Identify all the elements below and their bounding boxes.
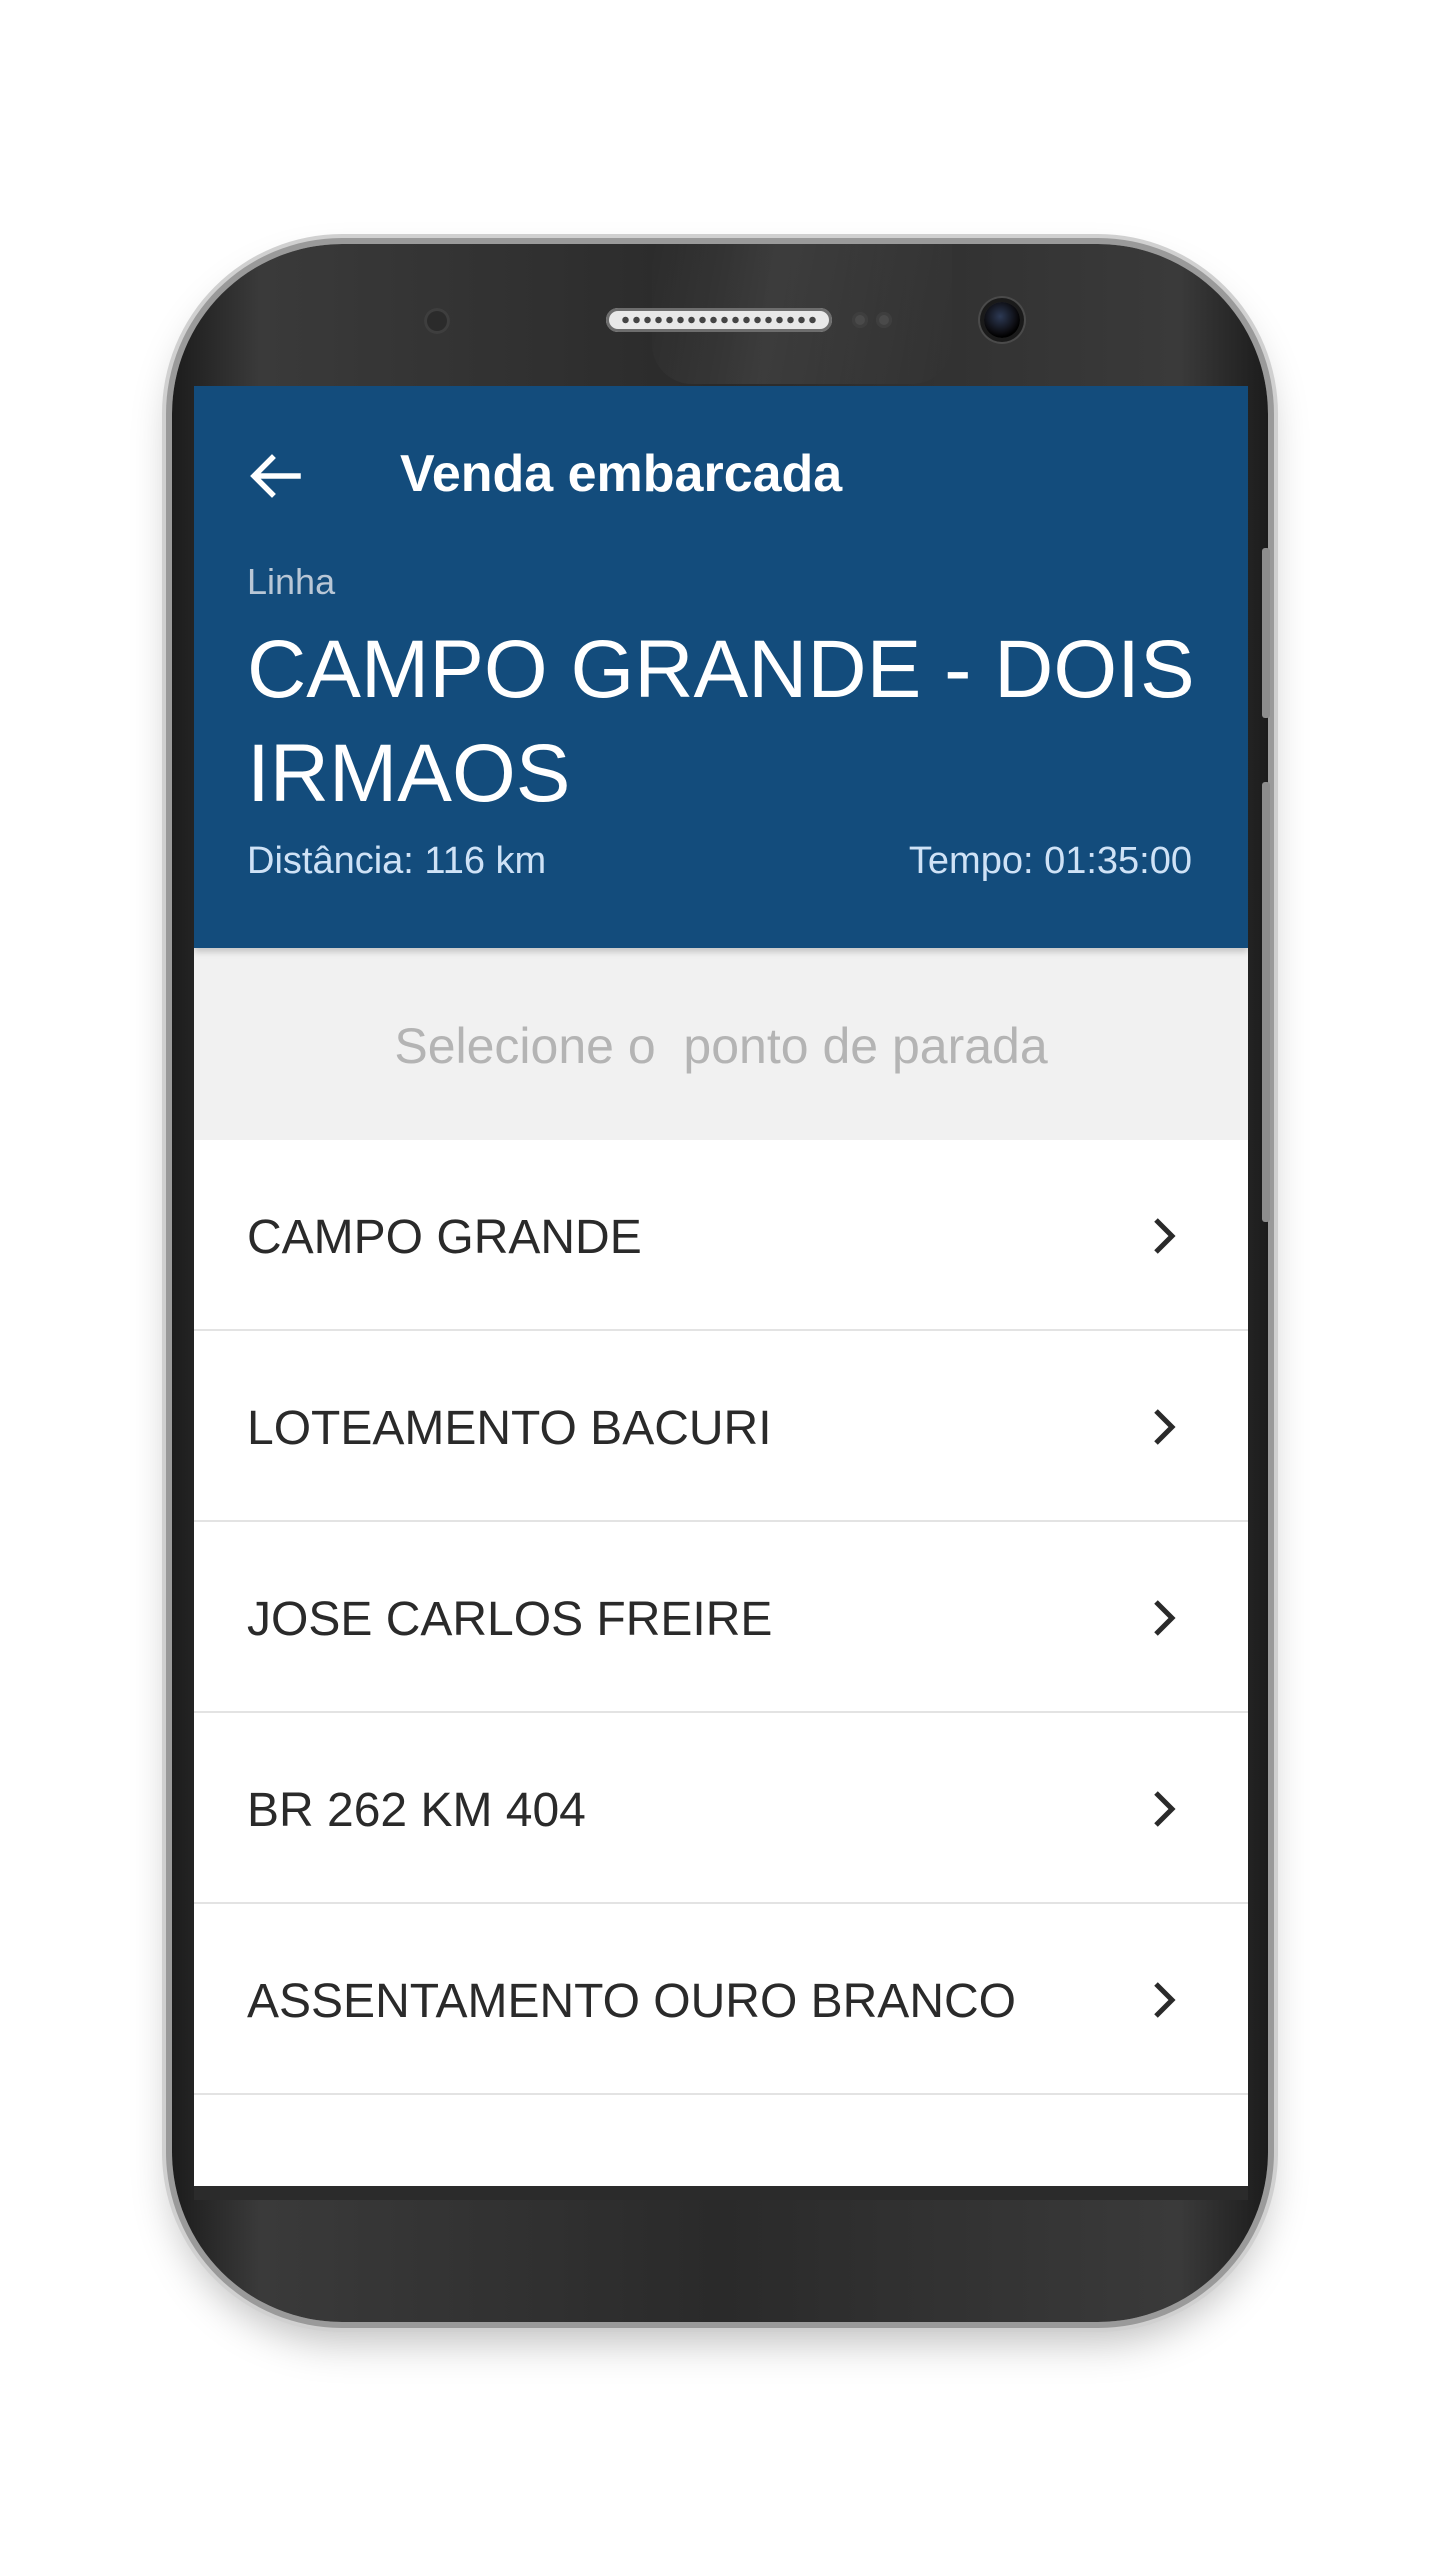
list-item[interactable]: JOSE CARLOS FREIRE: [194, 1522, 1248, 1713]
list-item[interactable]: ASSENTAMENTO OURO BRANCO: [194, 1904, 1248, 2095]
light-sensor-2: [876, 312, 892, 328]
proximity-sensor: [424, 308, 450, 334]
stop-label: ASSENTAMENTO OURO BRANCO: [247, 1975, 1016, 2028]
stop-label: BR 262 KM 404: [247, 1784, 586, 1837]
stop-label: JOSE CARLOS FREIRE: [247, 1593, 773, 1646]
phone-screen: Venda embarcada Linha CAMPO GRANDE - DOI…: [194, 386, 1248, 2186]
page: Venda embarcada Linha CAMPO GRANDE - DOI…: [0, 0, 1440, 2560]
bottom-bezel: [194, 2186, 1248, 2200]
stop-list: CAMPO GRANDE LOTEAMENTO BACURI JOSE CARL…: [194, 1140, 1248, 2186]
page-title: Venda embarcada: [400, 445, 843, 503]
route-time: Tempo: 01:35:00: [908, 840, 1192, 882]
instruction-bar: Selecione o ponto de parada: [194, 948, 1248, 1140]
route-distance: Distância: 116 km: [247, 840, 547, 882]
list-item[interactable]: BR 262 KM 404: [194, 1713, 1248, 1904]
line-label: Linha: [247, 561, 336, 602]
line-name: CAMPO GRANDE - DOIS IRMAOS: [247, 624, 1195, 819]
light-sensor: [852, 312, 868, 328]
stop-label: LOTEAMENTO BACURI: [247, 1402, 772, 1455]
chevron-right-icon: [1144, 1405, 1184, 1449]
arrow-left-icon[interactable]: [246, 446, 306, 506]
earpiece-speaker: [606, 308, 832, 332]
app-header: Venda embarcada Linha CAMPO GRANDE - DOI…: [194, 386, 1248, 948]
chevron-right-icon: [1144, 1978, 1184, 2022]
instruction-text: Selecione o ponto de parada: [394, 1018, 1048, 1074]
list-item[interactable]: CAMPO GRANDE: [194, 1140, 1248, 1331]
list-item[interactable]: [194, 2095, 1248, 2186]
volume-button: [1262, 548, 1270, 718]
power-button: [1262, 782, 1270, 1222]
front-camera: [984, 302, 1020, 338]
stop-label: CAMPO GRANDE: [247, 1211, 642, 1264]
list-item[interactable]: LOTEAMENTO BACURI: [194, 1331, 1248, 1522]
chevron-right-icon: [1144, 1596, 1184, 1640]
chevron-right-icon: [1144, 1787, 1184, 1831]
chevron-right-icon: [1144, 1214, 1184, 1258]
